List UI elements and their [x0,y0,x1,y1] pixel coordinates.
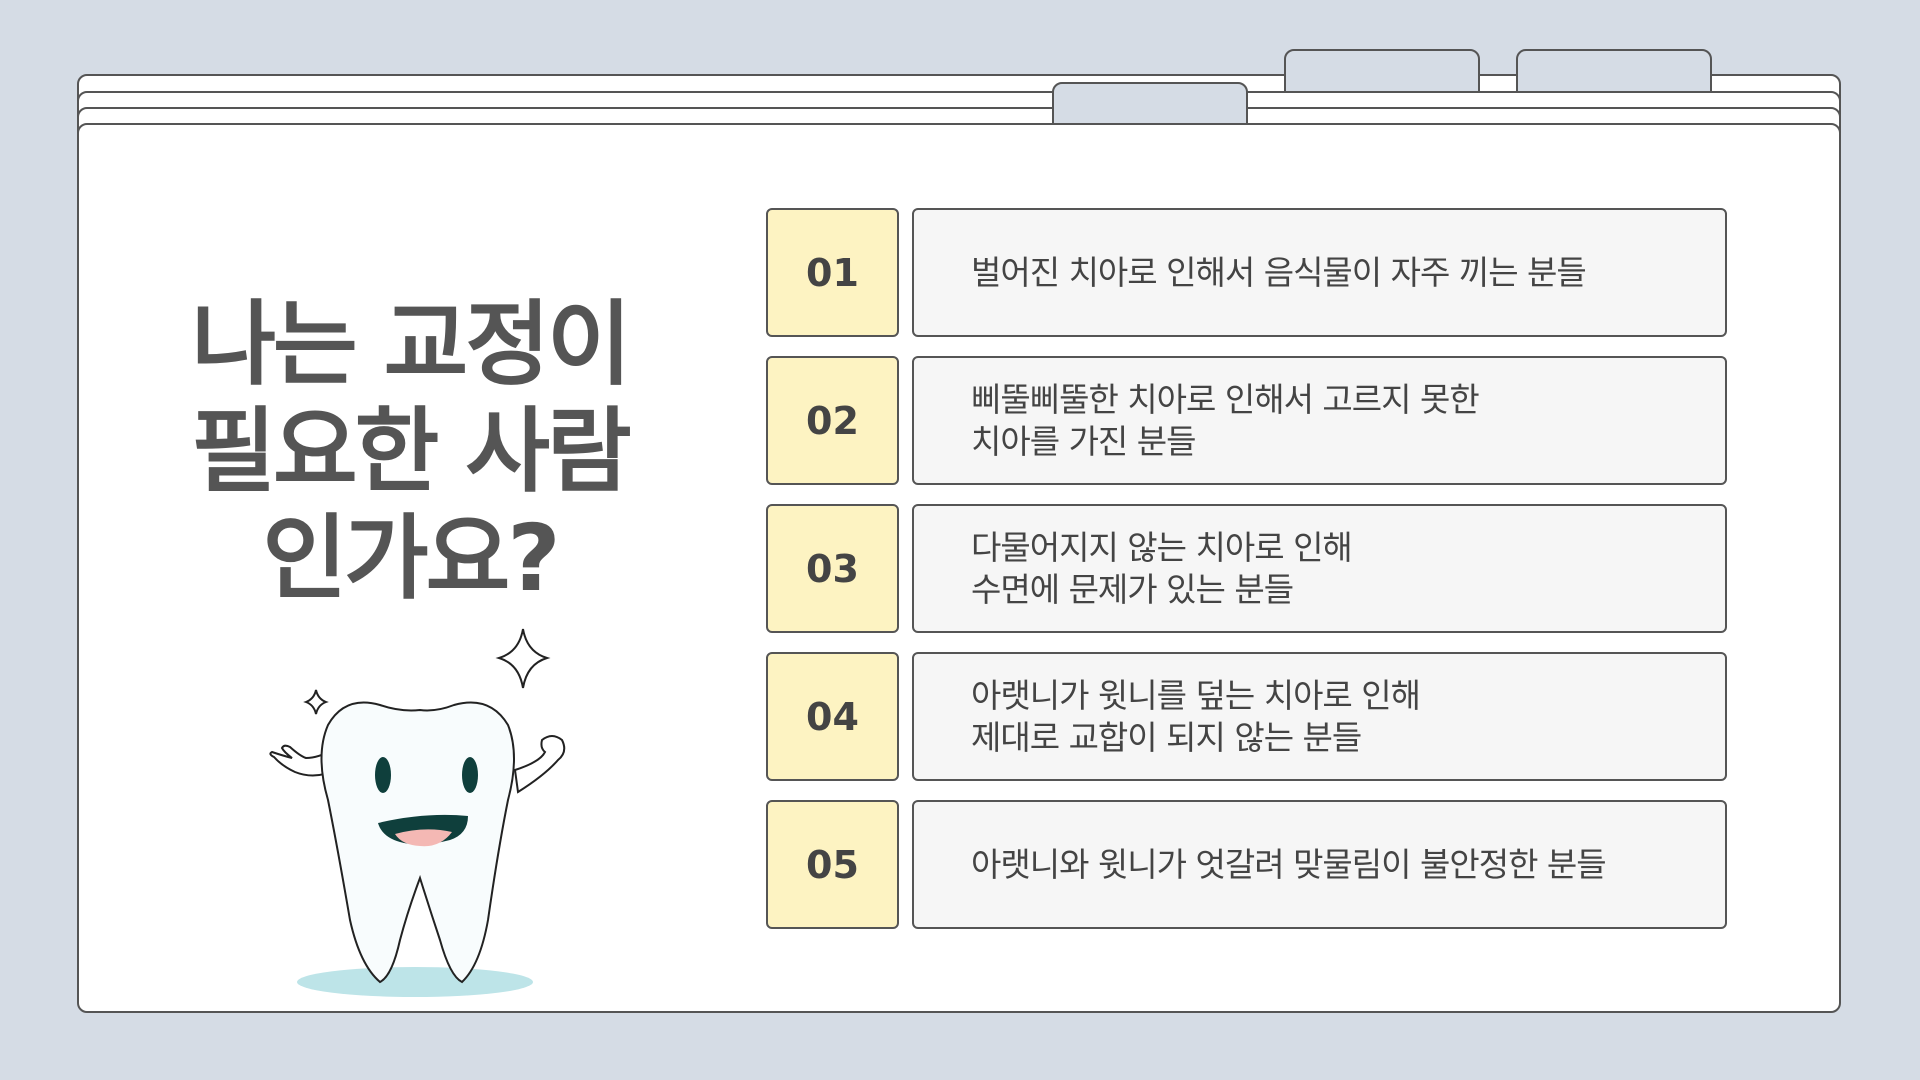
small-sparkle-icon [303,689,329,715]
item-text-01-line-1: 벌어진 치아로 인해서 음식물이 자주 끼는 분들 [971,252,1587,292]
folder-tab-middle[interactable] [1284,49,1480,93]
item-text-box-04: 아랫니가 윗니를 덮는 치아로 인해 제대로 교합이 되지 않는 분들 [912,652,1727,781]
folder-tab-right[interactable] [1516,49,1712,93]
item-text-box-02: 삐뚤삐뚤한 치아로 인해서 고르지 못한 치아를 가진 분들 [912,356,1727,485]
folder-tab-left[interactable] [1052,82,1248,126]
page-title-line-2: 필요한 사람 [191,398,631,505]
page-title-line-3: 인가요? [262,505,560,612]
item-text-02-line-1: 삐뚤삐뚤한 치아로 인해서 고르지 못한 [971,379,1480,419]
item-text-05-line-1: 아랫니와 윗니가 엇갈려 맞물림이 불안정한 분들 [971,844,1607,884]
tooth-shadow [297,967,533,997]
item-text-box-03: 다물어지지 않는 치아로 인해 수면에 문제가 있는 분들 [912,504,1727,633]
page-title-line-1: 나는 교정이 [191,291,631,398]
item-number-04: 04 [766,652,899,781]
item-text-02-line-2: 치아를 가진 분들 [971,421,1197,461]
item-number-01: 01 [766,208,899,337]
item-number-05: 05 [766,800,899,929]
item-text-04-line-2: 제대로 교합이 되지 않는 분들 [971,717,1362,757]
item-number-03: 03 [766,504,899,633]
item-text-04-line-1: 아랫니가 윗니를 덮는 치아로 인해 [971,675,1421,715]
item-text-03-line-1: 다물어지지 않는 치아로 인해 [971,527,1353,567]
item-text-box-01: 벌어진 치아로 인해서 음식물이 자주 끼는 분들 [912,208,1727,337]
item-number-02: 02 [766,356,899,485]
sparkle-icon [495,628,551,689]
item-text-box-05: 아랫니와 윗니가 엇갈려 맞물림이 불안정한 분들 [912,800,1727,929]
tooth-mascot-illustration [269,628,566,997]
item-text-03-line-2: 수면에 문제가 있는 분들 [971,569,1294,609]
